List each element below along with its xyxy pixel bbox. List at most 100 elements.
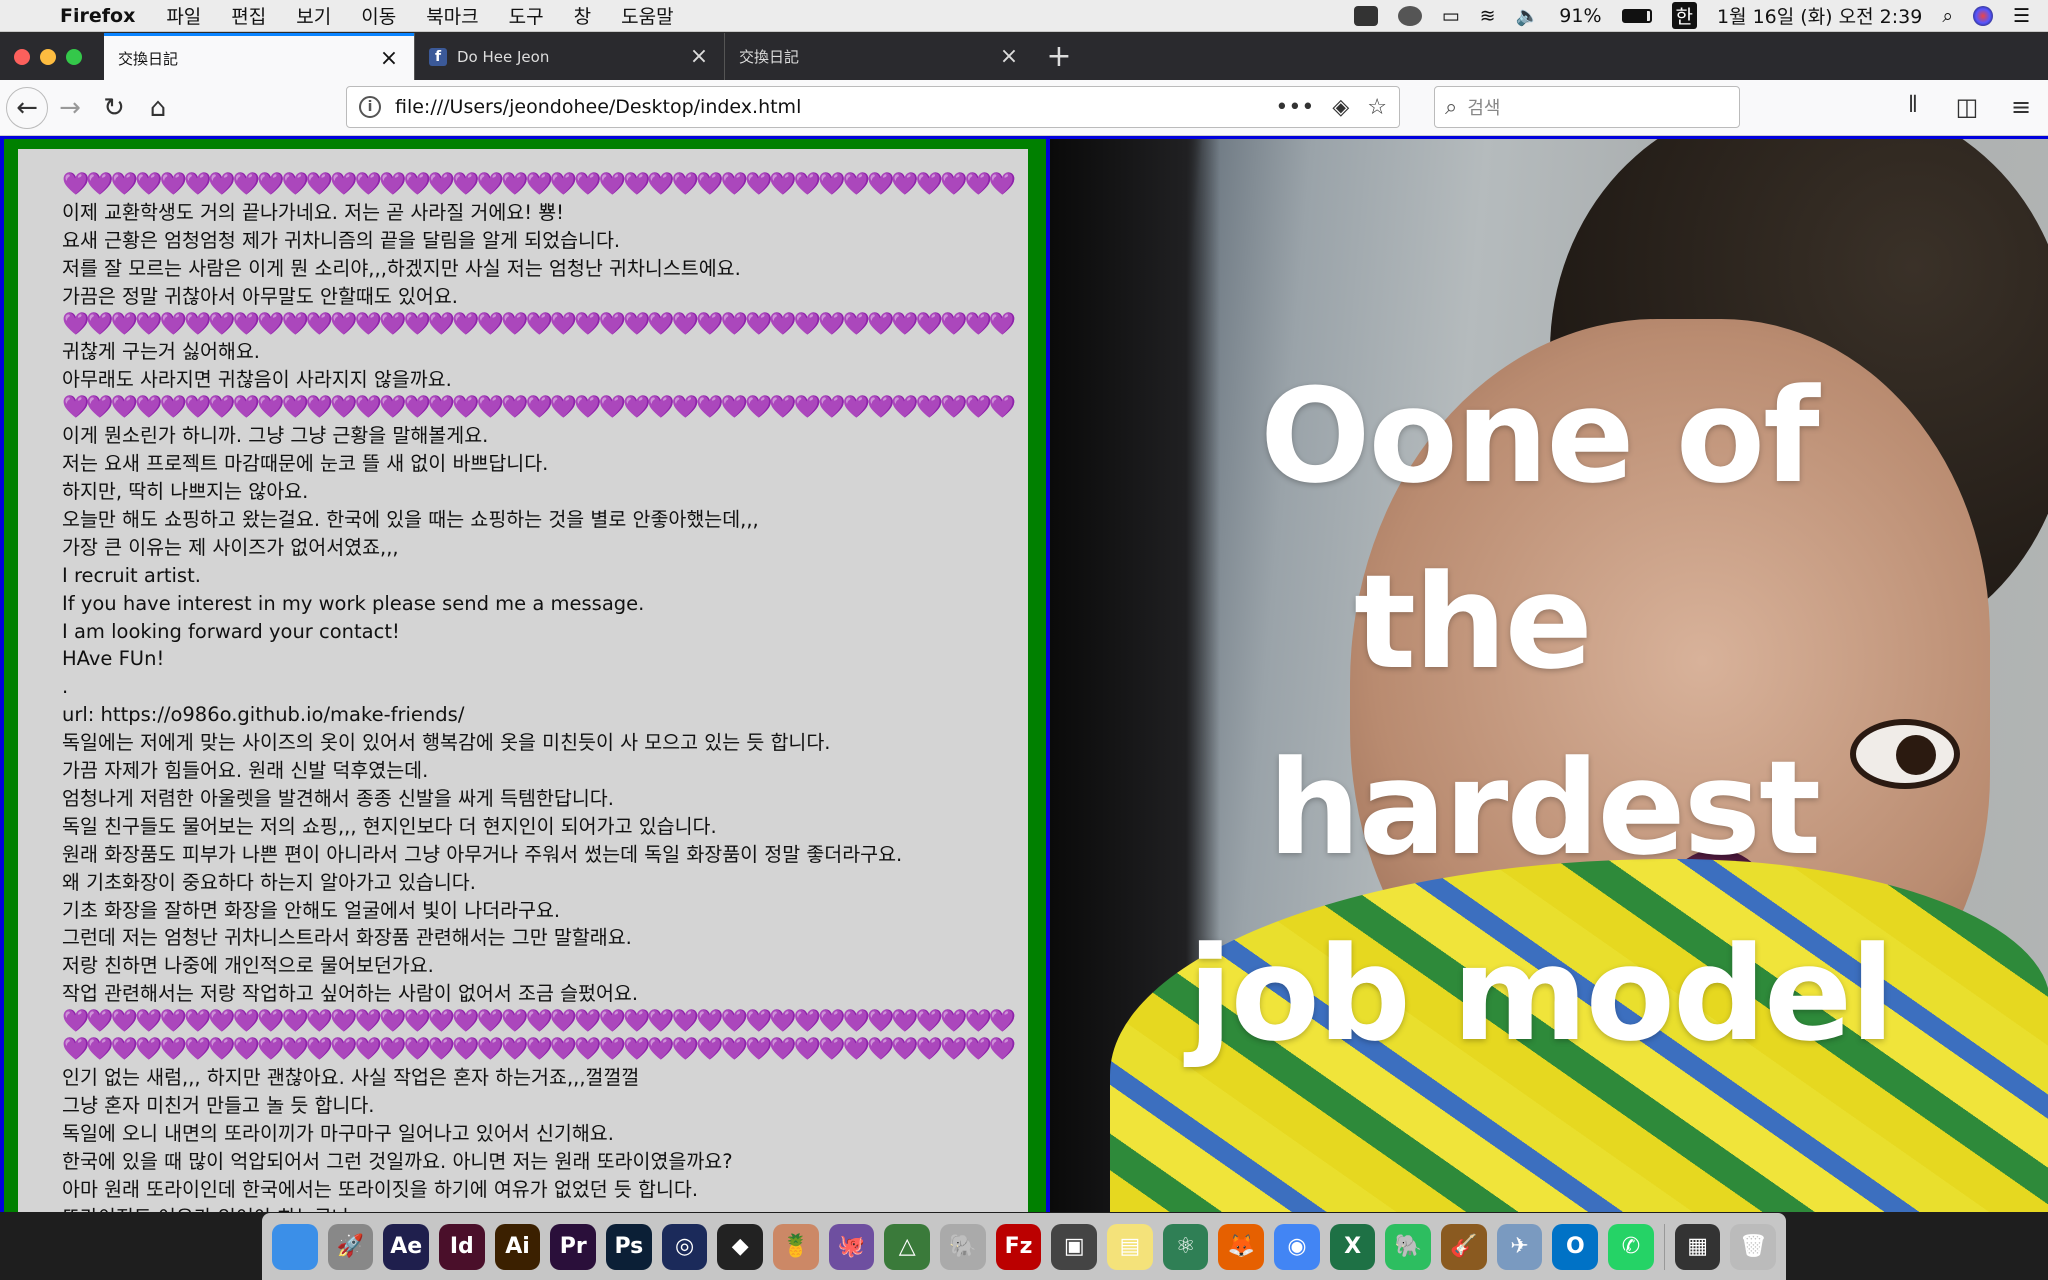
heart-divider: 💜💜💜💜💜💜💜💜💜💜💜💜💜💜💜💜💜💜💜💜💜💜💜💜💜💜💜💜💜💜💜💜💜💜💜💜💜💜💜: [62, 1009, 1016, 1035]
processing-icon[interactable]: ▣: [1051, 1223, 1098, 1270]
diary-line: 저를 잘 모르는 사람은 이게 뭔 소리야,,,하겠지만 사실 저는 엄청난 귀…: [62, 256, 741, 280]
battery-percent: 91%: [1559, 4, 1602, 27]
tab-exchange-diary-2[interactable]: 交換日記 ×: [724, 33, 1034, 80]
diary-line: 독일에 오니 내면의 또라이끼가 마구마구 일어나고 있어서 신기해요.: [62, 1121, 614, 1145]
github-icon[interactable]: 🐙: [828, 1223, 875, 1270]
menu-file[interactable]: 파일: [166, 2, 201, 29]
cocktail-icon[interactable]: 🍍: [773, 1223, 819, 1270]
diary-line: HAve FUn!: [62, 647, 165, 671]
ai-icon[interactable]: Ai: [494, 1223, 541, 1270]
clock[interactable]: 1월 16일 (화) 오전 2:39: [1717, 2, 1922, 29]
home-button[interactable]: ⌂: [136, 86, 180, 130]
sidebar-icon[interactable]: ◫: [1950, 86, 1984, 128]
tab-label: 交換日記: [118, 49, 179, 68]
video-panel: Oone of the hardest job model: [1046, 139, 2048, 1215]
pr-icon[interactable]: Pr: [550, 1223, 597, 1270]
android-studio-icon[interactable]: △: [884, 1223, 931, 1270]
close-window-button[interactable]: [14, 49, 30, 65]
battery-icon[interactable]: [1621, 8, 1652, 23]
diary-line: 독일 친구들도 물어보는 저의 쇼핑,,, 현지인보다 더 현지인이 되어가고 …: [62, 814, 717, 838]
evernote-icon[interactable]: 🐘: [1385, 1223, 1432, 1270]
notification-center-icon[interactable]: ☰: [2013, 5, 2030, 27]
finder-icon[interactable]: [272, 1223, 318, 1270]
back-button[interactable]: ←: [6, 86, 48, 129]
close-tab-icon[interactable]: ×: [688, 44, 710, 69]
tab-do-hee-jeon[interactable]: f Do Hee Jeon ×: [414, 33, 724, 80]
chrome-icon[interactable]: ◉: [1274, 1223, 1320, 1270]
video-eye: [1850, 719, 1960, 789]
volume-icon[interactable]: 🔈: [1516, 4, 1540, 27]
filezilla-icon[interactable]: Fz: [995, 1223, 1042, 1270]
diary-line: 엄청나게 저렴한 아울렛을 발견해서 종종 신발을 싸게 득템한답니다.: [62, 786, 614, 810]
menu-help[interactable]: 도움말: [621, 2, 673, 29]
menu-go[interactable]: 이동: [361, 2, 396, 29]
heart-divider: 💜💜💜💜💜💜💜💜💜💜💜💜💜💜💜💜💜💜💜💜💜💜💜💜💜💜💜💜💜💜💜💜💜💜💜💜💜💜💜: [62, 395, 1016, 421]
diary-line: 저랑 친하면 나중에 개인적으로 물어보던가요.: [62, 954, 434, 978]
forward-button[interactable]: →: [48, 86, 92, 130]
search-input[interactable]: ⌕ 검색: [1434, 86, 1740, 128]
notes-icon[interactable]: ▤: [1107, 1223, 1153, 1270]
input-method-indicator[interactable]: 한: [1671, 2, 1697, 29]
reload-button[interactable]: ↻: [92, 86, 136, 130]
evernote-menu-icon[interactable]: [1353, 5, 1378, 26]
tab-bar: 交換日記 × f Do Hee Jeon × 交換日記 × +: [0, 33, 2048, 80]
sequel-pro-icon[interactable]: 🐘: [940, 1223, 986, 1270]
firefox-icon[interactable]: 🦊: [1218, 1223, 1265, 1270]
id-icon[interactable]: Id: [439, 1223, 485, 1270]
facebook-icon: f: [429, 47, 447, 66]
spotlight-icon[interactable]: ⌕: [1942, 5, 1953, 27]
ps-icon[interactable]: Ps: [606, 1223, 652, 1270]
airplay-icon[interactable]: ▭: [1442, 5, 1460, 27]
info-icon[interactable]: i: [359, 96, 381, 118]
close-tab-icon[interactable]: ×: [378, 46, 400, 71]
excel-icon[interactable]: X: [1329, 1223, 1376, 1270]
url-text[interactable]: file:///Users/jeondohee/Desktop/index.ht…: [395, 96, 1275, 118]
ae-icon[interactable]: Ae: [383, 1223, 430, 1270]
siri-icon[interactable]: [1972, 5, 1993, 26]
window-controls: [0, 49, 102, 80]
menu-bookmarks[interactable]: 북마크: [426, 2, 478, 29]
diary-line: 인기 없는 새럼,,, 하지만 괜찮아요. 사실 작업은 혼자 하는거죠,,,껄…: [62, 1066, 640, 1089]
search-placeholder: 검색: [1467, 98, 1501, 119]
minimize-window-button[interactable]: [40, 49, 56, 65]
bookmark-star-icon[interactable]: ☆: [1367, 95, 1387, 120]
zoom-window-button[interactable]: [66, 49, 82, 65]
hamburger-menu-icon[interactable]: ≡: [2004, 86, 2038, 128]
new-tab-button[interactable]: +: [1034, 39, 1084, 80]
menu-tools[interactable]: 도구: [509, 2, 544, 29]
diary-line: 그런데 저는 엄청난 귀차니스트라서 화장품 관련해서는 그만 말할래요.: [62, 926, 632, 950]
cinema4d-icon[interactable]: ◎: [661, 1223, 708, 1270]
diary-line: 저는 요새 프로젝트 마감때문에 눈코 뜰 새 없이 바쁘답니다.: [62, 452, 549, 476]
recent-doc-icon[interactable]: ▦: [1674, 1223, 1721, 1270]
search-icon: ⌕: [1445, 94, 1458, 120]
preview-icon[interactable]: ✈: [1496, 1223, 1543, 1270]
diary-line: 독일에는 저에게 맞는 사이즈의 옷이 있어서 행복감에 옷을 미친듯이 사 모…: [62, 731, 831, 755]
creative-cloud-icon[interactable]: [1397, 5, 1422, 26]
menu-edit[interactable]: 편집: [231, 2, 266, 29]
wifi-icon[interactable]: ≋: [1480, 5, 1496, 27]
diary-line: 귀찮게 구는거 싫어해요.: [62, 340, 260, 364]
trash-icon[interactable]: 🗑: [1730, 1223, 1777, 1270]
garageband-icon[interactable]: 🎸: [1441, 1223, 1487, 1270]
diary-line: 기초 화장을 잘하면 화장을 안해도 얼굴에서 빛이 나더라구요.: [62, 898, 561, 922]
diary-line: I recruit artist.: [62, 563, 201, 587]
video-frame[interactable]: Oone of the hardest job model: [1050, 139, 2048, 1215]
overlay-line-3: hardest: [1268, 732, 1821, 884]
library-icon[interactable]: 𝍪: [1896, 86, 1930, 128]
menu-view[interactable]: 보기: [296, 2, 331, 29]
pocket-icon[interactable]: ◈: [1332, 95, 1349, 120]
url-bar[interactable]: i file:///Users/jeondohee/Desktop/index.…: [346, 86, 1400, 128]
tab-exchange-diary-1[interactable]: 交換日記 ×: [104, 33, 414, 80]
atom-icon[interactable]: ⚛: [1162, 1223, 1209, 1270]
page-actions-icon[interactable]: •••: [1275, 95, 1314, 120]
launchpad-icon[interactable]: 🚀: [327, 1223, 374, 1270]
whatsapp-icon[interactable]: ✆: [1608, 1223, 1654, 1270]
overlay-line-4: job model: [1188, 918, 1895, 1070]
app-name[interactable]: Firefox: [60, 5, 135, 27]
menu-window[interactable]: 창: [574, 2, 591, 29]
close-tab-icon[interactable]: ×: [998, 44, 1020, 69]
page-content: 💜💜💜💜💜💜💜💜💜💜💜💜💜💜💜💜💜💜💜💜💜💜💜💜💜💜💜💜💜💜💜💜💜💜💜💜💜💜💜 이…: [0, 136, 2048, 1215]
diary-line: 가끔은 정말 귀찮아서 아무말도 안할때도 있어요.: [62, 284, 458, 308]
unity-icon[interactable]: ◆: [717, 1223, 764, 1270]
outlook-icon[interactable]: O: [1552, 1223, 1599, 1270]
